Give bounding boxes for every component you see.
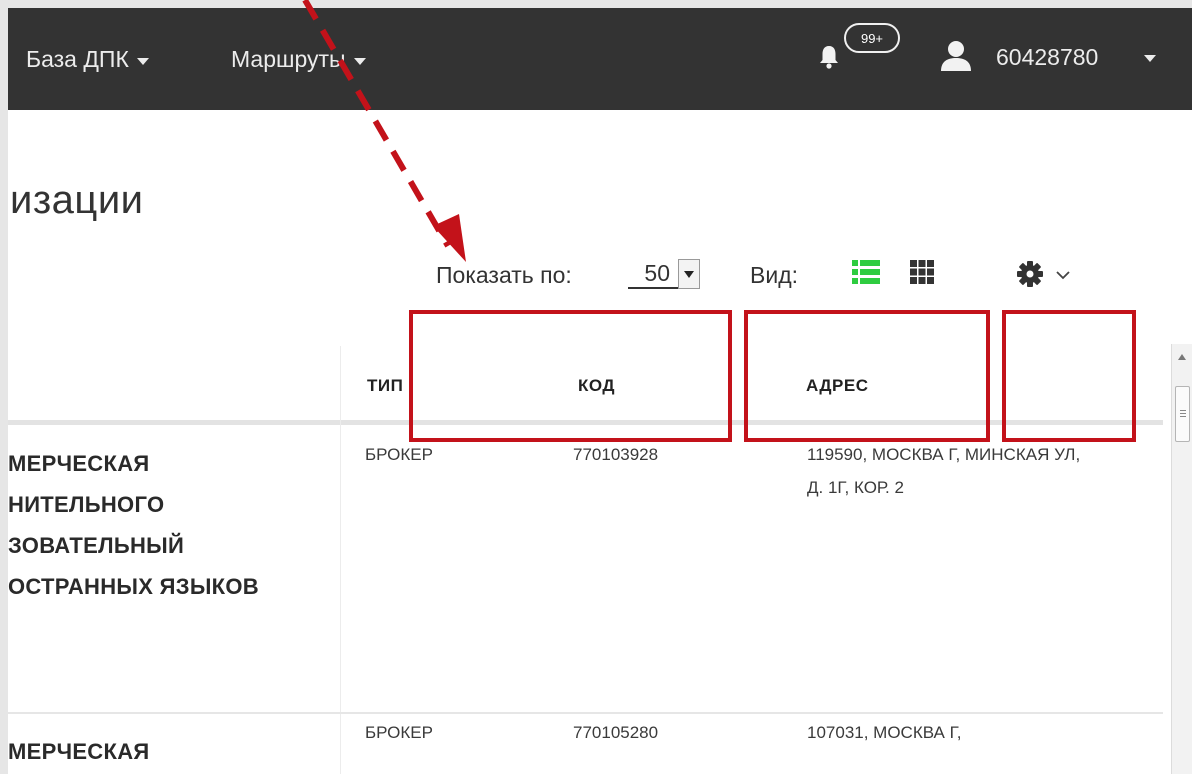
annotation-arrow [302, 0, 466, 262]
screenshot: База ДПК Маршруты 99+ 60428780 изации По… [0, 0, 1192, 774]
